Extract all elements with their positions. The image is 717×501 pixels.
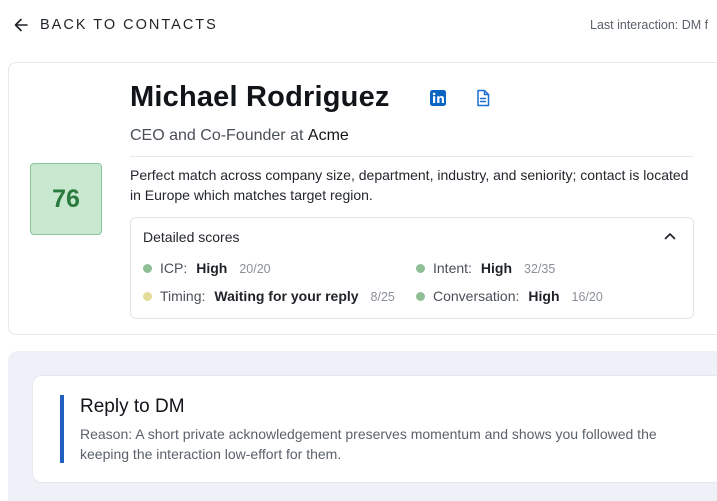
score-row-conversation: Conversation: High 16/20 bbox=[416, 288, 603, 304]
divider bbox=[130, 156, 693, 157]
score-row-timing: Timing: Waiting for your reply 8/25 bbox=[143, 288, 395, 304]
contact-score-badge: 76 bbox=[30, 163, 102, 235]
score-label: ICP: bbox=[160, 260, 188, 276]
linkedin-icon[interactable] bbox=[429, 89, 447, 107]
status-dot bbox=[416, 263, 425, 273]
back-to-contacts-link[interactable]: BACK TO CONTACTS bbox=[14, 17, 218, 33]
score-value: High bbox=[528, 288, 560, 304]
contact-name: Michael Rodriguez bbox=[130, 81, 390, 113]
score-row-intent: Intent: High 32/35 bbox=[416, 260, 555, 276]
score-fraction: 16/20 bbox=[571, 290, 603, 304]
contact-title: CEO and Co-Founder at Acme bbox=[130, 127, 349, 145]
last-interaction-text: Last interaction: DM f bbox=[590, 18, 709, 32]
contact-company: Acme bbox=[307, 127, 349, 144]
accent-bar bbox=[60, 395, 64, 463]
contact-at: at bbox=[290, 127, 304, 144]
score-label: Conversation: bbox=[433, 288, 520, 304]
score-fraction: 8/25 bbox=[370, 290, 395, 304]
status-dot bbox=[143, 291, 152, 301]
chevron-up-icon[interactable] bbox=[663, 229, 677, 243]
top-bar: BACK TO CONTACTS Last interaction: DM f bbox=[0, 0, 717, 52]
action-reason: Reason: A short private acknowledgement … bbox=[80, 424, 717, 464]
document-icon[interactable] bbox=[474, 89, 492, 107]
status-dot bbox=[143, 263, 152, 273]
score-value: High bbox=[196, 260, 228, 276]
action-reason-line: Reason: A short private acknowledgement … bbox=[80, 426, 657, 442]
score-label: Intent: bbox=[433, 260, 472, 276]
back-link-label: BACK TO CONTACTS bbox=[40, 17, 218, 33]
score-row-icp: ICP: High 20/20 bbox=[143, 260, 271, 276]
action-title: Reply to DM bbox=[80, 396, 185, 417]
detailed-scores-heading: Detailed scores bbox=[143, 229, 240, 245]
detailed-scores-panel: Detailed scores ICP: High 20/20 Intent: … bbox=[130, 217, 694, 319]
score-fraction: 20/20 bbox=[239, 262, 271, 276]
status-dot bbox=[416, 291, 425, 301]
contact-card: 76 Michael Rodriguez CEO and Co-Founder … bbox=[8, 62, 717, 335]
contact-role: CEO and Co-Founder bbox=[130, 127, 286, 144]
action-reason-line: keeping the interaction low-effort for t… bbox=[80, 446, 342, 462]
score-fraction: 32/35 bbox=[524, 262, 556, 276]
score-label: Timing: bbox=[160, 288, 206, 304]
score-value: Waiting for your reply bbox=[214, 288, 359, 304]
match-summary: Perfect match across company size, depar… bbox=[130, 167, 689, 203]
arrow-left-icon bbox=[14, 18, 28, 32]
score-value: High bbox=[480, 260, 513, 276]
